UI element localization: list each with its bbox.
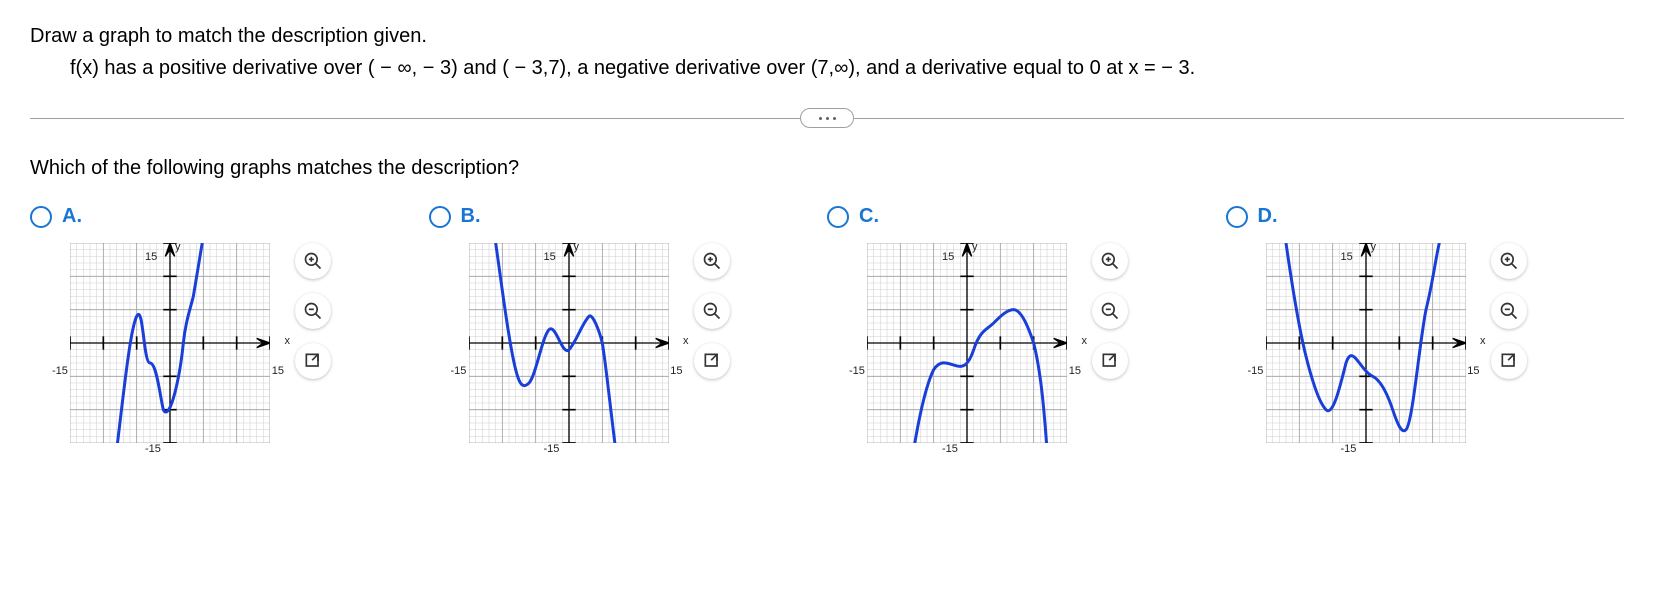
zoom-in-button[interactable] bbox=[1491, 243, 1527, 279]
options-container: A. bbox=[30, 205, 1624, 453]
zoom-in-button[interactable] bbox=[694, 243, 730, 279]
y-min-label: -15 bbox=[544, 443, 560, 455]
x-max-label: 15 bbox=[1467, 365, 1479, 377]
graph-a: y x 15 -15 -15 15 bbox=[70, 243, 280, 453]
x-axis-label: x bbox=[1480, 335, 1486, 347]
question-text: Draw a graph to match the description gi… bbox=[30, 20, 1624, 84]
y-max-label: 15 bbox=[1341, 251, 1353, 263]
option-label-b: B. bbox=[461, 205, 481, 228]
option-a: A. bbox=[30, 205, 429, 453]
question-line-2: f(x) has a positive derivative over ( − … bbox=[30, 52, 1624, 84]
graph-d: y x 15 -15 -15 15 bbox=[1266, 243, 1476, 453]
zoom-in-button[interactable] bbox=[295, 243, 331, 279]
zoom-out-button[interactable] bbox=[1491, 293, 1527, 329]
x-min-label: -15 bbox=[1248, 365, 1264, 377]
x-max-label: 15 bbox=[1069, 365, 1081, 377]
y-min-label: -15 bbox=[942, 443, 958, 455]
x-max-label: 15 bbox=[272, 365, 284, 377]
option-d: D. bbox=[1226, 205, 1625, 453]
y-max-label: 15 bbox=[145, 251, 157, 263]
x-min-label: -15 bbox=[451, 365, 467, 377]
option-label-d: D. bbox=[1258, 205, 1278, 228]
zoom-in-button[interactable] bbox=[1092, 243, 1128, 279]
radio-b[interactable] bbox=[429, 206, 451, 228]
zoom-out-button[interactable] bbox=[295, 293, 331, 329]
x-axis-label: x bbox=[1082, 335, 1088, 347]
option-c: C. bbox=[827, 205, 1226, 453]
y-max-label: 15 bbox=[942, 251, 954, 263]
zoom-out-button[interactable] bbox=[694, 293, 730, 329]
option-label-a: A. bbox=[62, 205, 82, 228]
x-axis-label: x bbox=[285, 335, 291, 347]
graph-b: y x 15 -15 -15 15 bbox=[469, 243, 679, 453]
section-divider bbox=[30, 109, 1624, 127]
option-label-c: C. bbox=[859, 205, 879, 228]
y-axis-label: y bbox=[175, 241, 181, 253]
zoom-out-button[interactable] bbox=[1092, 293, 1128, 329]
y-axis-label: y bbox=[972, 241, 978, 253]
radio-a[interactable] bbox=[30, 206, 52, 228]
expand-graph-button[interactable] bbox=[1092, 343, 1128, 379]
x-max-label: 15 bbox=[670, 365, 682, 377]
x-min-label: -15 bbox=[849, 365, 865, 377]
graph-c: y x 15 -15 -15 15 bbox=[867, 243, 1077, 453]
y-axis-label: y bbox=[1371, 241, 1377, 253]
radio-d[interactable] bbox=[1226, 206, 1248, 228]
expand-button[interactable] bbox=[800, 108, 854, 128]
y-min-label: -15 bbox=[1341, 443, 1357, 455]
expand-graph-button[interactable] bbox=[694, 343, 730, 379]
y-min-label: -15 bbox=[145, 443, 161, 455]
subquestion-text: Which of the following graphs matches th… bbox=[30, 157, 1624, 180]
radio-c[interactable] bbox=[827, 206, 849, 228]
expand-graph-button[interactable] bbox=[1491, 343, 1527, 379]
x-min-label: -15 bbox=[52, 365, 68, 377]
expand-graph-button[interactable] bbox=[295, 343, 331, 379]
option-b: B. bbox=[429, 205, 828, 453]
question-line-1: Draw a graph to match the description gi… bbox=[30, 20, 1624, 52]
x-axis-label: x bbox=[683, 335, 689, 347]
y-axis-label: y bbox=[574, 241, 580, 253]
y-max-label: 15 bbox=[544, 251, 556, 263]
